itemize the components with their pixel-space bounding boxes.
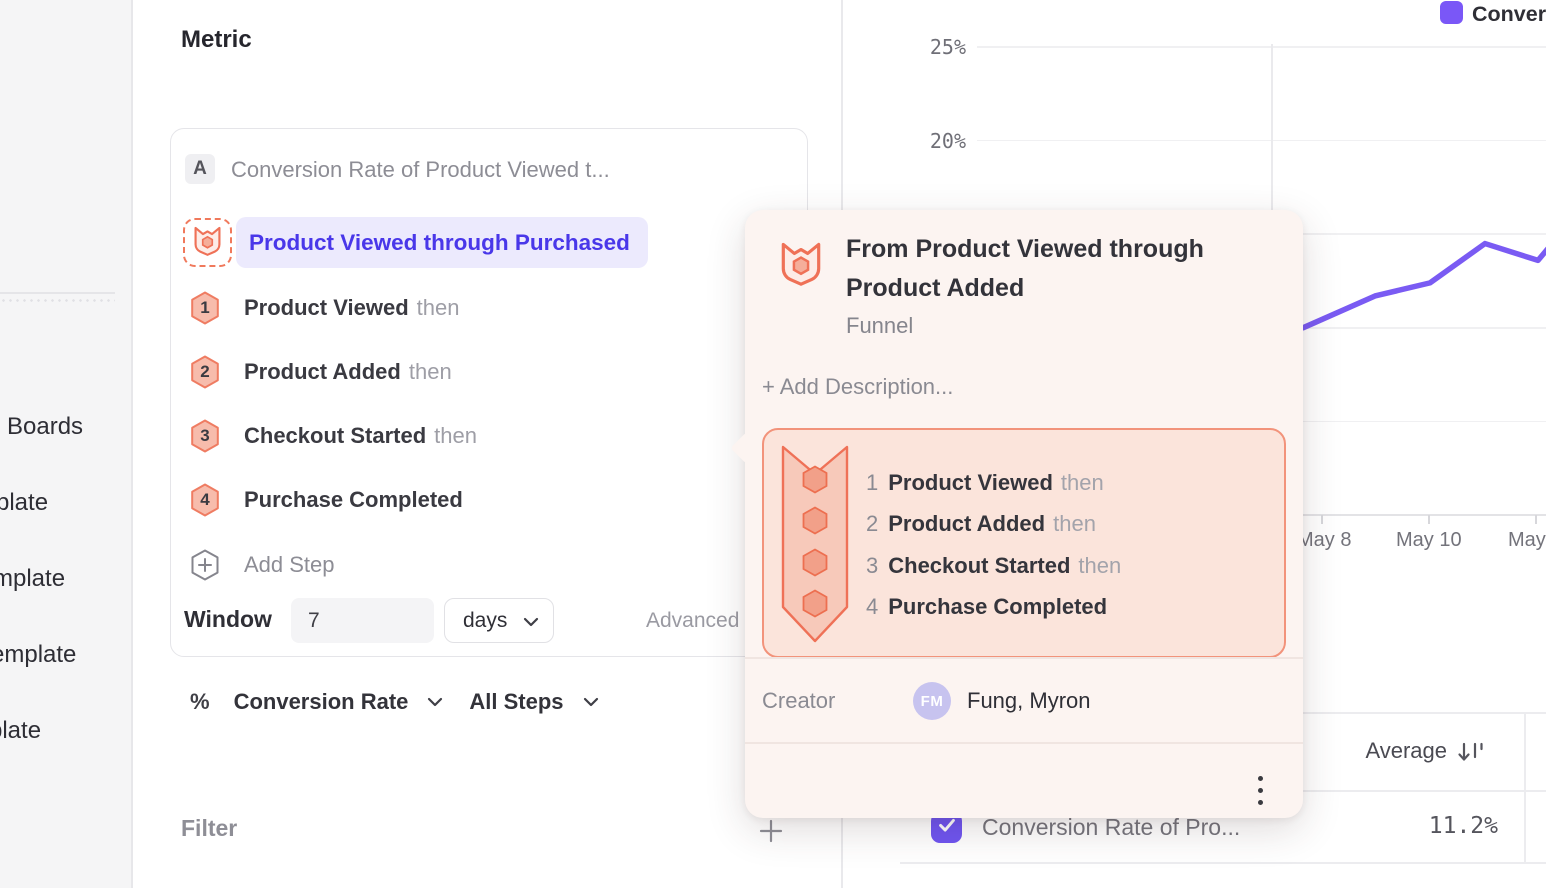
add-step-label: Add Step xyxy=(244,552,335,578)
chevron-down-icon[interactable] xyxy=(583,697,599,707)
popover-footer-divider xyxy=(745,742,1303,744)
series-badge: A xyxy=(185,154,215,184)
series-title[interactable]: Conversion Rate of Product Viewed t... xyxy=(231,157,610,183)
x-axis-tick-label: May 10 xyxy=(1396,529,1462,552)
sidebar-item-template-4[interactable]: plate xyxy=(0,717,41,745)
table-column-divider xyxy=(1524,712,1526,863)
window-unit-value: days xyxy=(463,609,507,633)
y-axis-tick-label: 20% xyxy=(906,129,966,153)
popover-step-3: 3 Checkout Started then xyxy=(866,549,1121,583)
popover-steps-box: 1 Product Viewed then 2 Product Added th… xyxy=(762,428,1286,658)
table-row-divider xyxy=(900,862,1546,864)
chevron-down-icon[interactable] xyxy=(427,697,443,707)
add-step-button[interactable]: Add Step xyxy=(190,548,750,582)
funnel-step-4[interactable]: 4 Purchase Completed xyxy=(190,483,750,517)
sidebar-dotted-divider xyxy=(0,297,115,306)
step-2-hexagon-icon: 2 xyxy=(190,355,220,389)
step-4-name: Purchase Completed xyxy=(244,487,463,513)
popover-step-4: 4 Purchase Completed xyxy=(866,590,1115,624)
step-3-connector: then xyxy=(434,423,477,449)
popover-step-2: 2 Product Added then xyxy=(866,507,1096,541)
metric-card: A Conversion Rate of Product Viewed t...… xyxy=(170,128,808,657)
y-axis-tick-label: 25% xyxy=(906,35,966,59)
sidebar-item-template-3[interactable]: emplate xyxy=(0,641,76,669)
popover-title: From Product Viewed through Product Adde… xyxy=(846,230,1256,308)
table-row-label[interactable]: Conversion Rate of Pro... xyxy=(982,814,1240,841)
sidebar-item-template-2[interactable]: mplate xyxy=(0,565,65,593)
window-label: Window xyxy=(184,606,272,633)
left-sidebar xyxy=(0,0,133,888)
funnel-banner-icon xyxy=(780,444,850,649)
funnel-step-2[interactable]: 2 Product Added then xyxy=(190,355,750,389)
measurement-row: % Conversion Rate All Steps xyxy=(190,686,599,718)
more-options-kebab-icon[interactable] xyxy=(1250,770,1270,810)
step-2-name: Product Added xyxy=(244,359,401,385)
x-axis-tick xyxy=(1321,515,1323,524)
measure-dropdown[interactable]: Conversion Rate xyxy=(234,689,409,715)
step-1-name: Product Viewed xyxy=(244,295,409,321)
add-step-icon xyxy=(190,549,220,581)
step-1-connector: then xyxy=(417,295,460,321)
popover-type-label: Funnel xyxy=(846,313,913,339)
metric-heading: Metric xyxy=(181,26,252,54)
steps-scope-dropdown[interactable]: All Steps xyxy=(469,689,563,715)
step-2-connector: then xyxy=(409,359,452,385)
funnel-details-popover: From Product Viewed through Product Adde… xyxy=(745,210,1303,818)
sort-descending-icon[interactable] xyxy=(1456,737,1486,772)
y-gridline xyxy=(977,140,1546,142)
funnel-event-icon-box[interactable] xyxy=(183,218,232,267)
y-gridline xyxy=(977,46,1546,48)
funnel-step-1[interactable]: 1 Product Viewed then xyxy=(190,291,750,325)
x-axis-tick xyxy=(1535,515,1537,524)
step-4-hexagon-icon: 4 xyxy=(190,483,220,517)
add-description-button[interactable]: + Add Description... xyxy=(762,374,953,400)
popover-step-1: 1 Product Viewed then xyxy=(866,466,1104,500)
filter-heading: Filter xyxy=(181,815,237,842)
average-column-header[interactable]: Average xyxy=(1280,738,1447,764)
popover-divider xyxy=(745,657,1303,659)
step-3-hexagon-icon: 3 xyxy=(190,419,220,453)
x-axis-tick-label: May xyxy=(1508,529,1546,552)
creator-avatar: FM xyxy=(913,682,951,720)
x-axis-tick xyxy=(1428,515,1430,524)
window-input[interactable] xyxy=(291,598,434,643)
sidebar-item-boards[interactable]: Boards xyxy=(7,413,83,441)
checkmark-icon xyxy=(936,814,958,841)
step-3-name: Checkout Started xyxy=(244,423,426,449)
step-1-hexagon-icon: 1 xyxy=(190,291,220,325)
sidebar-item-template-1[interactable]: plate xyxy=(0,489,48,517)
chevron-down-icon xyxy=(523,609,539,633)
window-unit-select[interactable]: days xyxy=(444,598,554,643)
sidebar-divider xyxy=(0,292,115,294)
selected-funnel-label: Product Viewed through Purchased xyxy=(249,230,630,256)
funnel-step-3[interactable]: 3 Checkout Started then xyxy=(190,419,750,453)
creator-name: Fung, Myron xyxy=(967,688,1091,714)
add-filter-button[interactable] xyxy=(758,818,784,849)
percent-icon: % xyxy=(190,689,210,715)
selected-funnel-item[interactable]: Product Viewed through Purchased xyxy=(236,217,648,268)
legend-label[interactable]: Conver xyxy=(1472,2,1546,27)
creator-label: Creator xyxy=(762,688,835,714)
x-axis-tick-label: May 8 xyxy=(1297,529,1351,552)
funnel-icon xyxy=(778,240,824,291)
app-root: Boards plate mplate emplate plate Metric… xyxy=(0,0,1546,888)
legend-swatch xyxy=(1440,1,1463,24)
advanced-link[interactable]: Advanced xyxy=(646,609,739,633)
table-row-average-value: 11.2% xyxy=(1350,813,1498,839)
funnel-icon xyxy=(193,225,222,261)
